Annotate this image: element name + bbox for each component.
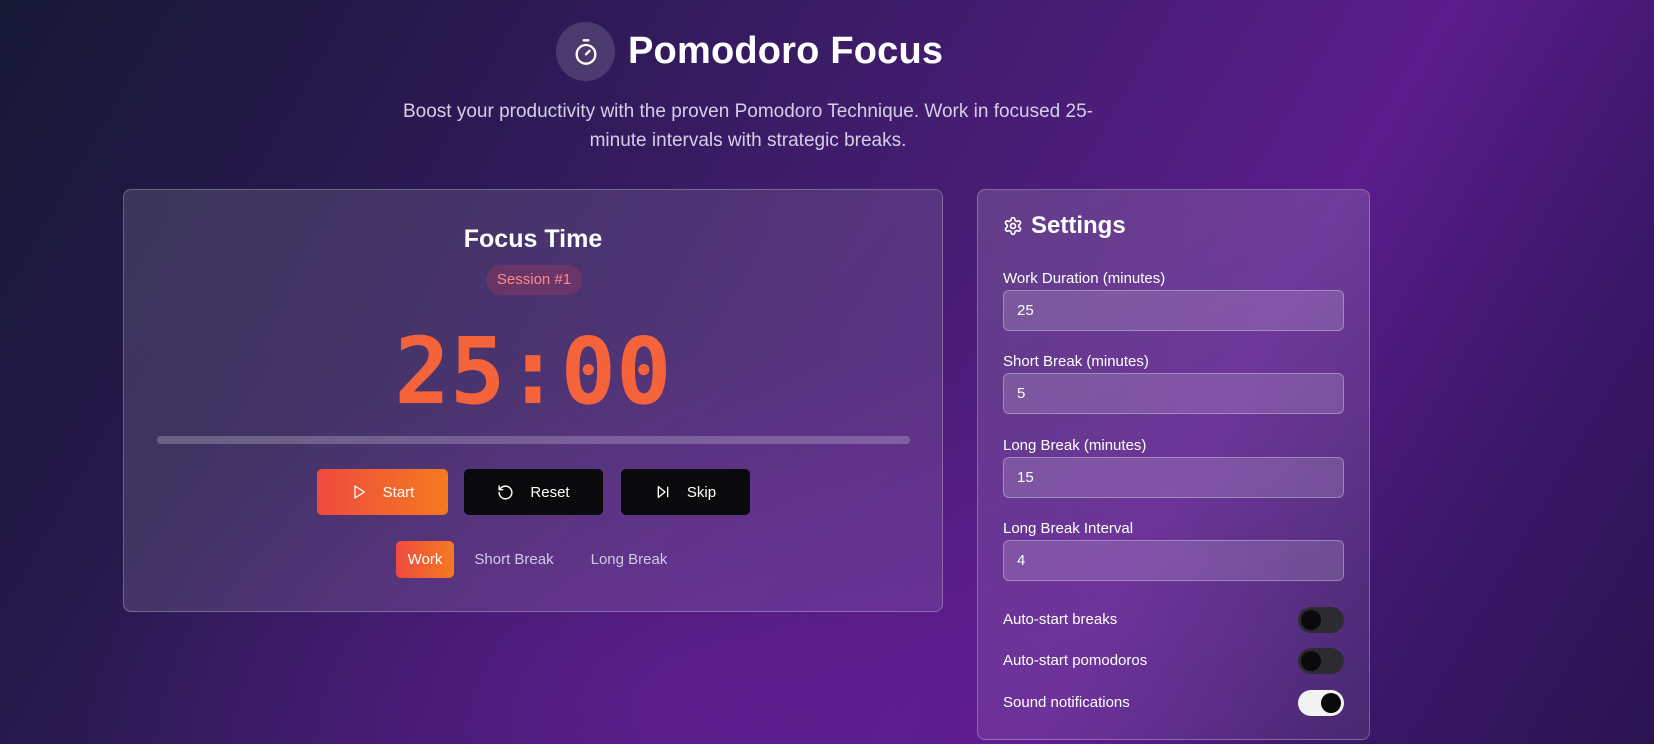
mode-title: Focus Time (463, 225, 603, 253)
toggle-knob (1301, 651, 1321, 671)
short-break-label: Short Break (minutes) (1003, 353, 1149, 370)
auto-start-pomodoros-label: Auto-start pomodoros (1003, 652, 1148, 669)
short-break-input[interactable] (1003, 373, 1344, 414)
timer-controls: Start Reset Skip (124, 469, 942, 515)
sound-notifications-row: Sound notifications (1003, 690, 1344, 716)
subtitle-line-2: minute intervals with strategic breaks. (589, 130, 907, 151)
session-badge: Session #1 (486, 265, 582, 295)
start-button-label: Start (382, 483, 415, 501)
settings-header: Settings (1003, 212, 1126, 240)
title-row: Pomodoro Focus (556, 22, 943, 81)
rotate-ccw-icon (498, 484, 513, 500)
tab-work[interactable]: Work (396, 541, 454, 578)
reset-button[interactable]: Reset (464, 469, 603, 515)
long-break-interval-label: Long Break Interval (1003, 520, 1134, 537)
long-break-interval-input[interactable] (1003, 540, 1344, 581)
progress-bar (157, 436, 910, 444)
subtitle-line-1: Boost your productivity with the proven … (402, 101, 1093, 122)
timer-display: 25:00 (394, 318, 672, 425)
auto-start-breaks-toggle[interactable] (1298, 607, 1344, 633)
auto-start-pomodoros-toggle[interactable] (1298, 648, 1344, 674)
work-duration-label: Work Duration (minutes) (1003, 270, 1166, 287)
tab-long-break[interactable]: Long Break (574, 541, 684, 578)
mode-tabs: Work Short Break Long Break (124, 541, 942, 578)
work-duration-input[interactable] (1003, 290, 1344, 331)
auto-start-breaks-label: Auto-start breaks (1003, 611, 1118, 628)
toggle-knob (1301, 610, 1321, 630)
skip-forward-icon (657, 486, 669, 498)
long-break-label: Long Break (minutes) (1003, 437, 1147, 454)
auto-start-breaks-row: Auto-start breaks (1003, 607, 1344, 633)
long-break-input[interactable] (1003, 457, 1344, 498)
reset-button-label: Reset (530, 483, 570, 501)
app-title: Pomodoro Focus (628, 30, 944, 72)
timer-card: Focus Time Session #1 25:00 Start Reset … (123, 189, 943, 612)
skip-button[interactable]: Skip (621, 469, 750, 515)
play-icon (353, 485, 365, 499)
timer-icon (556, 22, 615, 81)
toggle-knob (1321, 693, 1341, 713)
page-subtitle: Boost your productivity with the proven … (398, 97, 1098, 155)
start-button[interactable]: Start (317, 469, 448, 515)
gear-icon (1004, 216, 1022, 236)
settings-card: Settings Work Duration (minutes) Short B… (977, 189, 1370, 740)
auto-start-pomodoros-row: Auto-start pomodoros (1003, 648, 1344, 674)
sound-notifications-label: Sound notifications (1003, 694, 1130, 711)
tab-short-break[interactable]: Short Break (464, 541, 564, 578)
skip-button-label: Skip (686, 483, 717, 501)
settings-title: Settings (1031, 212, 1126, 239)
sound-notifications-toggle[interactable] (1298, 690, 1344, 716)
